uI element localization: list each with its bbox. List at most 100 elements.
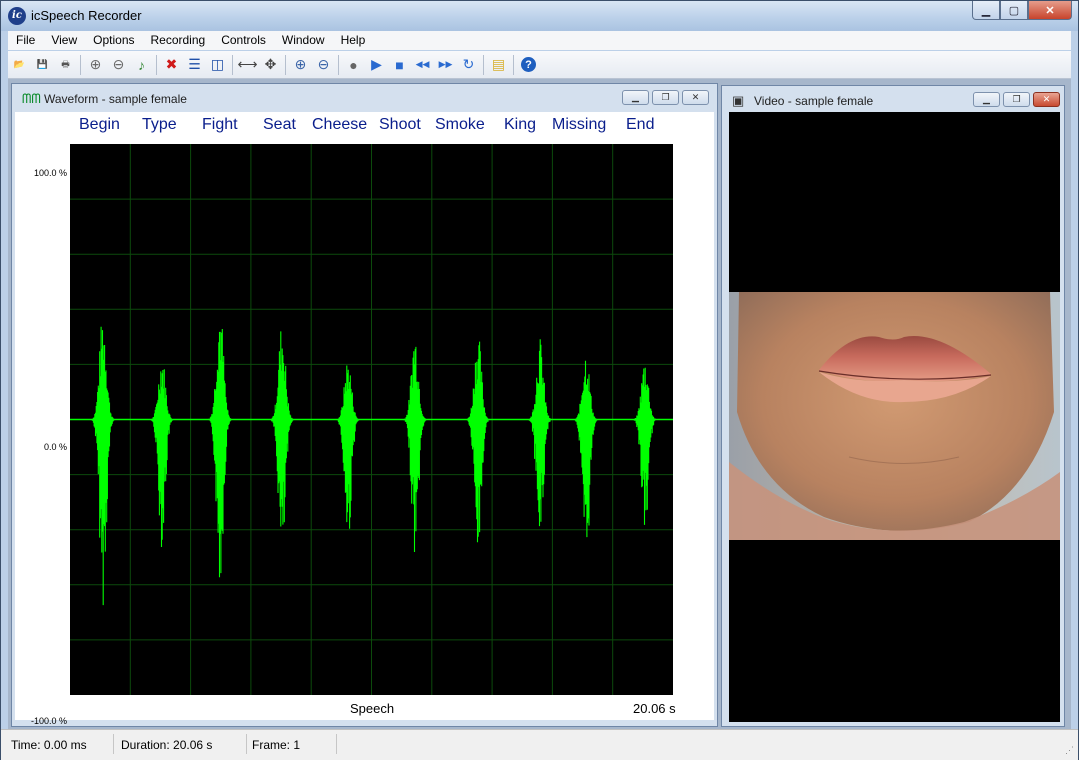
waveform-burst-missing (574, 360, 598, 538)
resize-grip-icon[interactable]: ⋰ (1065, 745, 1074, 756)
print-icon: 🖶 (61, 58, 70, 69)
word-label-seat[interactable]: Seat (263, 116, 296, 134)
word-label-king[interactable]: King (504, 116, 536, 134)
waveform-burst-seat (270, 331, 294, 527)
waveform-burst-fight (208, 329, 232, 578)
open-folder-icon: 📂 (13, 59, 26, 69)
word-label-begin[interactable]: Begin (79, 116, 120, 134)
split-horizontal-button[interactable]: ☰ (183, 54, 206, 76)
status-bar: Time: 0.00 ms Duration: 20.06 s Frame: 1… (1, 729, 1078, 760)
stop-button[interactable]: ■ (388, 54, 411, 76)
app-title: icSpeech Recorder (31, 8, 142, 23)
record-button[interactable]: ● (342, 54, 365, 76)
video-restore-button[interactable]: ❐ (1003, 92, 1030, 107)
status-duration: Duration: 20.06 s (121, 738, 213, 752)
video-close-button[interactable]: ✕ (1033, 92, 1060, 107)
minimize-icon: ▁ (632, 92, 639, 102)
split-vertical-button[interactable]: ◫ (206, 54, 229, 76)
menu-controls[interactable]: Controls (213, 31, 274, 50)
fit-width-icon: ⟷ (237, 56, 258, 72)
menu-view[interactable]: View (43, 31, 85, 50)
move-button[interactable]: ✥ (259, 54, 282, 76)
maximize-button[interactable]: ▢ (1000, 1, 1028, 20)
waveform-burst-end (633, 367, 657, 525)
y-label-mid: 0.0 % (43, 442, 67, 452)
word-label-cheese[interactable]: Cheese (312, 116, 367, 134)
video-player[interactable] (729, 112, 1060, 722)
fit-width-button[interactable]: ⟷ (236, 54, 259, 76)
waveform-title: Waveform - sample female (44, 92, 187, 106)
waveform-close-button[interactable]: ✕ (682, 90, 709, 105)
waveform-minimize-button[interactable]: ▁ (622, 90, 649, 105)
waveform-burst-path (466, 341, 490, 543)
video-title: Video - sample female (754, 94, 874, 108)
waveform-burst-cheese (336, 365, 360, 529)
waveform-icon: ᗰᗰ (22, 91, 41, 106)
add-audio-button[interactable]: ♪ (130, 54, 153, 76)
fast-forward-icon: ▶▶ (438, 59, 453, 69)
menu-recording[interactable]: Recording (143, 31, 214, 50)
move-icon: ✥ (264, 56, 277, 72)
waveform-burst-path (403, 346, 427, 552)
word-label-smoke[interactable]: Smoke (435, 116, 485, 134)
notes-button[interactable]: ▤ (487, 54, 510, 76)
word-label-fight[interactable]: Fight (202, 116, 238, 134)
save-icon: 💾 (36, 59, 49, 69)
waveform-burst-path (336, 365, 360, 529)
menu-file[interactable]: File (8, 31, 43, 50)
minimize-button[interactable]: ▁ (972, 1, 1000, 20)
zoom-out-button[interactable]: ⊖ (312, 54, 335, 76)
rewind-button[interactable]: ◀◀ (411, 54, 434, 76)
record-icon: ● (349, 56, 358, 73)
notes-icon: ▤ (491, 56, 506, 72)
waveform-burst-shoot (403, 346, 427, 552)
title-bar[interactable]: ic icSpeech Recorder ▁ ▢ ✕ (1, 1, 1078, 31)
waveform-burst-path (150, 369, 174, 547)
video-icon: ▣ (732, 93, 745, 108)
waveform-burst-path (528, 339, 552, 527)
save-button[interactable]: 💾 (31, 54, 54, 76)
restore-icon: ❐ (661, 92, 670, 102)
waveform-window: ᗰᗰ Waveform - sample female ▁ ❐ ✕ Begin T… (11, 83, 718, 727)
menu-options[interactable]: Options (85, 31, 142, 50)
play-button[interactable]: ▶ (365, 54, 388, 76)
status-time: Time: 0.00 ms (11, 738, 87, 752)
waveform-plot[interactable] (70, 144, 673, 695)
close-icon: ✕ (691, 92, 700, 102)
word-label-end[interactable]: End (626, 116, 654, 134)
menu-help[interactable]: Help (333, 31, 374, 50)
waveform-restore-button[interactable]: ❐ (652, 90, 679, 105)
waveform-burst-smoke (466, 341, 490, 543)
waveform-burst-path (270, 331, 294, 527)
word-label-shoot[interactable]: Shoot (379, 116, 421, 134)
close-icon: ✕ (1042, 94, 1051, 104)
waveform-burst-path (91, 326, 115, 606)
waveform-burst-path (633, 367, 657, 525)
close-button[interactable]: ✕ (1028, 1, 1072, 20)
remove-clip-button[interactable]: ⊖ (107, 54, 130, 76)
help-button[interactable]: ? (517, 54, 540, 76)
loop-button[interactable]: ↻ (457, 54, 480, 76)
menu-bar: File View Options Recording Controls Win… (8, 31, 1071, 50)
stop-icon: ■ (395, 56, 404, 73)
open-folder-button[interactable]: 📂 (8, 54, 31, 76)
delete-button[interactable]: ✖ (160, 54, 183, 76)
add-clip-icon: ⊕ (89, 56, 102, 72)
waveform-title-bar[interactable]: ᗰᗰ Waveform - sample female ▁ ❐ ✕ (12, 84, 717, 112)
loop-icon: ↻ (462, 56, 475, 72)
video-title-bar[interactable]: ▣ Video - sample female ▁ ❐ ✕ (722, 86, 1064, 114)
y-label-top: 100.0 % (33, 168, 67, 178)
track-label: Speech (350, 701, 395, 716)
split-horizontal-icon: ☰ (188, 56, 201, 72)
minimize-icon: ▁ (981, 4, 991, 17)
word-label-missing[interactable]: Missing (552, 116, 606, 134)
minimize-icon: ▁ (983, 94, 990, 104)
zoom-in-button[interactable]: ⊕ (289, 54, 312, 76)
fast-forward-button[interactable]: ▶▶ (434, 54, 457, 76)
video-minimize-button[interactable]: ▁ (973, 92, 1000, 107)
close-icon: ✕ (1045, 4, 1055, 17)
menu-window[interactable]: Window (274, 31, 333, 50)
add-clip-button[interactable]: ⊕ (84, 54, 107, 76)
word-label-type[interactable]: Type (142, 116, 177, 134)
print-button[interactable]: 🖶 (54, 54, 77, 76)
